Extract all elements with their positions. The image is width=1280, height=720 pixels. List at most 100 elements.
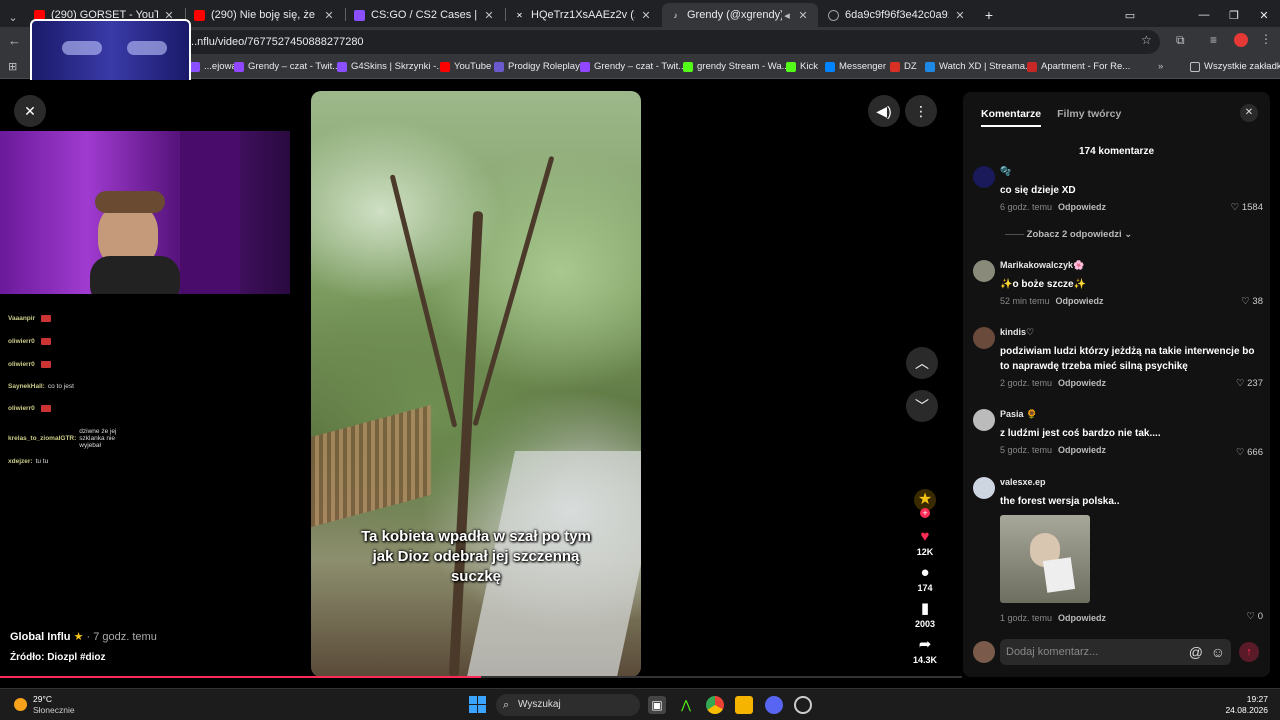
file-explorer-icon[interactable] (735, 696, 753, 714)
author-name[interactable]: Global Influ (10, 631, 71, 643)
bookmark-item[interactable]: DZ (890, 61, 917, 72)
reply-button[interactable]: Odpowiedz (1058, 378, 1106, 388)
bookmark-item[interactable]: Messenger (825, 61, 886, 72)
avatar[interactable] (973, 477, 995, 499)
tab-creator-videos[interactable]: Filmy twórcy (1057, 108, 1121, 127)
bookmark-item[interactable]: YouTube (440, 61, 491, 72)
address-bar[interactable]: ...nflu/video/7677527450888277280 (160, 30, 1160, 54)
volume-button[interactable]: ◀) (868, 95, 900, 127)
weather-temp[interactable]: 29°C (33, 694, 52, 704)
tab-youtube-video[interactable]: (290) Nie boję się, że przegram ✕ (186, 3, 344, 27)
new-tab-button[interactable]: + (978, 3, 1000, 27)
save-button[interactable]: ▮ 2003 (908, 599, 942, 629)
app-icon[interactable]: ⋀ (677, 696, 695, 714)
view-replies-button[interactable]: —— Zobacz 2 odpowiedzi ⌄ (1005, 229, 1132, 240)
speaker-icon[interactable]: ◂ (782, 9, 792, 22)
close-icon[interactable]: ✕ (322, 9, 336, 22)
discord-icon[interactable] (765, 696, 783, 714)
bookmark-item[interactable]: Kick (786, 61, 818, 72)
close-panel-button[interactable]: ✕ (1240, 104, 1258, 122)
bookmark-item[interactable]: G4Skins | Skrzynki -... (337, 61, 444, 72)
steam-icon[interactable] (794, 696, 812, 714)
comment-author[interactable]: 🫧 (1000, 166, 1262, 180)
back-arrow-icon[interactable]: ← (8, 33, 21, 48)
reply-button[interactable]: Odpowiedz (1058, 613, 1106, 623)
bookmark-item[interactable]: Watch XD | Streama... (925, 61, 1033, 72)
bookmark-item[interactable]: Apartment - For Re... (1027, 61, 1130, 72)
apps-grid-icon[interactable]: ⊞ (8, 60, 17, 73)
taskbar-search[interactable]: ⌕ Wyszukaj (496, 694, 640, 716)
windows-start-icon[interactable] (469, 696, 486, 713)
tab-tiktok-active[interactable]: ♪ Grendy (@xgrendy) | TikTok ◂ ✕ (662, 3, 818, 27)
next-video-button[interactable]: ﹀ (906, 390, 938, 422)
comment-like[interactable]: ♡ 0 (1247, 611, 1263, 622)
send-comment-button[interactable]: ↑ (1239, 642, 1259, 662)
tab-x-image[interactable]: ✕ HQeTrz1XsAAEz2v (1440×1800) ✕ (506, 3, 661, 27)
comment-like[interactable]: ♡ 38 (1241, 296, 1263, 307)
tab-search-button[interactable]: ⌄ (2, 5, 24, 29)
bookmark-label: DZ (904, 61, 917, 72)
chevron-right-icon[interactable]: » (1158, 61, 1163, 72)
avatar[interactable] (973, 409, 995, 431)
comment-like[interactable]: ♡ 666 (1236, 447, 1263, 458)
tab-comments[interactable]: Komentarze (981, 108, 1042, 127)
previous-video-button[interactable]: ︿ (906, 347, 938, 379)
all-bookmarks-folder[interactable]: Wszystkie zakładki (1190, 61, 1280, 72)
media-controls-icon[interactable]: ≡ (1210, 33, 1217, 47)
avatar[interactable] (973, 260, 995, 282)
close-icon[interactable]: ✕ (639, 9, 653, 22)
bookmark-item[interactable]: Grendy – czat - Twit... (580, 61, 686, 72)
more-options-button[interactable]: ⋮ (905, 95, 937, 127)
task-view-icon[interactable]: ▣ (648, 696, 666, 714)
comment-image[interactable] (1000, 515, 1090, 603)
tab-title: Grendy (@xgrendy) | TikTok (687, 9, 782, 21)
minimize-button[interactable]: — (1192, 3, 1216, 27)
comment-author[interactable]: Pasia 🌻 (1000, 409, 1262, 423)
close-video-button[interactable]: ✕ (14, 95, 46, 127)
close-icon[interactable]: ✕ (482, 9, 496, 22)
comment-like[interactable]: ♡ 237 (1236, 378, 1263, 389)
chrome-icon[interactable] (706, 696, 724, 714)
extensions-icon[interactable]: ⧉ (1176, 33, 1185, 48)
close-icon[interactable]: ✕ (796, 9, 810, 22)
comments-button[interactable]: ● 174 (908, 563, 942, 593)
clock-date[interactable]: 24.08.2026 (1222, 705, 1268, 715)
video-progress-bar[interactable] (0, 676, 962, 678)
comment-author[interactable]: Marikakowalczyk🌸 (1000, 260, 1262, 274)
tab-groups-icon[interactable]: ▭ (1120, 3, 1140, 27)
stream-chat-message: oliwierr0 (8, 361, 51, 368)
chat-username: oliwierr0 (8, 361, 35, 368)
reply-button[interactable]: Odpowiedz (1058, 202, 1106, 212)
reply-button[interactable]: Odpowiedz (1056, 296, 1104, 306)
maximize-button[interactable]: ❐ (1222, 3, 1246, 27)
tab-g4skins[interactable]: CS:GO / CS2 Cases | G4Skins C ✕ (346, 3, 504, 27)
video-player[interactable]: Ta kobieta wpadła w szał po tym jak Dioz… (311, 91, 641, 677)
close-icon[interactable]: ✕ (953, 9, 967, 22)
share-button[interactable]: ➦ 14.3K (908, 635, 942, 665)
comment-author[interactable]: kindis♡ (1000, 327, 1262, 341)
profile-avatar[interactable] (1234, 33, 1248, 47)
emoji-icon[interactable]: ☺ (1211, 639, 1225, 665)
more-menu-icon[interactable]: ⋮ (1260, 32, 1272, 46)
like-button[interactable]: ♥ 12K (908, 527, 942, 557)
close-window-button[interactable]: ✕ (1252, 3, 1276, 27)
bookmarks-bar: ⊞ ...ejowa... Grendy – czat - Twit... G4Sk… (0, 57, 1280, 79)
clock-time[interactable]: 19:27 (1234, 694, 1268, 704)
star-icon[interactable]: ☆ (1141, 33, 1152, 47)
stream-chat-message: oliwierr0 (8, 405, 51, 412)
comment-like[interactable]: ♡ 1584 (1231, 202, 1263, 213)
bookmark-item[interactable]: Prodigy Roleplay (494, 61, 580, 72)
mention-icon[interactable]: @ (1189, 639, 1203, 665)
bookmark-favicon-icon (580, 61, 590, 72)
avatar[interactable] (973, 327, 995, 349)
reply-button[interactable]: Odpowiedz (1058, 445, 1106, 455)
weather-desc[interactable]: Słonecznie (33, 705, 75, 715)
comment-author[interactable]: valesxe.ep (1000, 477, 1262, 491)
add-comment-input[interactable]: Dodaj komentarz... @ ☺ (1000, 639, 1231, 665)
heart-outline-icon: ♡ (1235, 447, 1245, 458)
avatar[interactable] (973, 166, 995, 188)
bookmark-item[interactable]: Grendy – czat - Twit... (234, 61, 340, 72)
follow-plus-icon[interactable]: + (920, 508, 930, 518)
bookmark-item[interactable]: grendy Stream - Wa... (683, 61, 790, 72)
tab-hash-page[interactable]: 6da9c9f96f3e42c0a91e7c48fa9 ✕ (820, 3, 975, 27)
